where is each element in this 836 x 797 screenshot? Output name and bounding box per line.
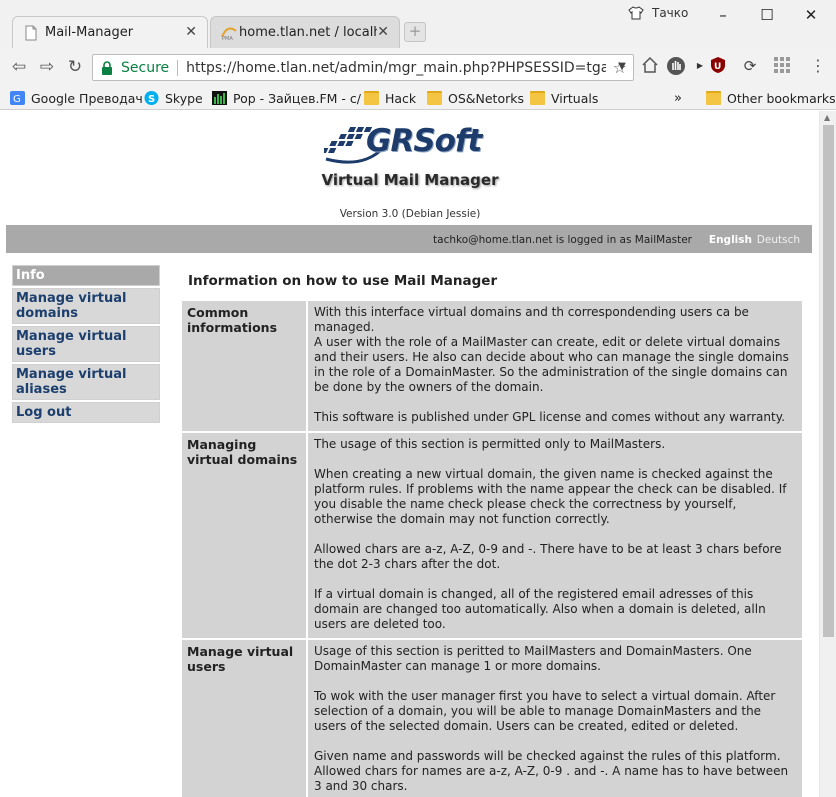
section-heading: Manage virtual users bbox=[182, 640, 306, 797]
page-viewport: GRSoft Virtual Mail Manager Version 3.0 … bbox=[0, 111, 836, 797]
section-body: Usage of this section is peritted to Mai… bbox=[308, 640, 802, 797]
secure-label: Secure bbox=[121, 59, 170, 76]
home-icon[interactable] bbox=[640, 56, 660, 76]
bookmark-label: Hack bbox=[385, 90, 417, 106]
svg-text:PMA: PMA bbox=[222, 36, 233, 41]
table-row: Common informations With this interface … bbox=[182, 301, 802, 431]
bookmark-label: Google Преводач bbox=[31, 90, 143, 106]
bookmarks-bar: G Google Преводач S Skype Pop - Зайцев.F… bbox=[0, 86, 836, 110]
bookmark-label: Other bookmarks bbox=[727, 90, 836, 106]
apps-grid-icon[interactable] bbox=[772, 56, 792, 76]
bookmark-google-translate[interactable]: G Google Преводач bbox=[10, 89, 143, 107]
bookmark-hack[interactable]: Hack bbox=[364, 89, 416, 107]
section-body: The usage of this section is permitted o… bbox=[308, 433, 802, 638]
back-arrow-icon[interactable]: ⇦ bbox=[8, 56, 30, 78]
bookmark-skype[interactable]: S Skype bbox=[144, 89, 203, 107]
svg-text:G: G bbox=[13, 94, 21, 105]
close-icon[interactable]: ✕ bbox=[377, 24, 389, 40]
folder-icon bbox=[427, 91, 442, 105]
table-row: Manage virtual users Usage of this secti… bbox=[182, 640, 802, 797]
sidebar-item-logout[interactable]: Log out bbox=[12, 402, 160, 423]
scrollbar-thumb[interactable] bbox=[823, 125, 834, 637]
tab-label: home.tlan.net / localhost bbox=[239, 25, 377, 40]
close-window-button[interactable]: ✕ bbox=[800, 4, 822, 26]
table-row: Managing virtual domains The usage of th… bbox=[182, 433, 802, 638]
svg-text:S: S bbox=[148, 94, 155, 105]
maximize-button[interactable]: ☐ bbox=[756, 4, 778, 26]
reload-icon[interactable]: ↻ bbox=[64, 56, 86, 78]
tshirt-icon bbox=[628, 6, 644, 20]
paragraph: Allowed chars are a-z, A-Z, 0-9 and -. T… bbox=[314, 542, 782, 571]
paragraph: Usage of this section is peritted to Mai… bbox=[314, 644, 752, 673]
section-heading: Common informations bbox=[182, 301, 306, 431]
new-tab-button[interactable]: + bbox=[404, 22, 426, 42]
other-bookmarks[interactable]: Other bookmarks bbox=[706, 89, 836, 107]
address-bar[interactable]: Secure https://home.tlan.net/admin/mgr_m… bbox=[92, 54, 634, 81]
language-deutsch[interactable]: Deutsch bbox=[757, 234, 800, 246]
status-bar: tachko@home.tlan.net is logged in as Mai… bbox=[6, 225, 812, 253]
paragraph: With this interface virtual domains and … bbox=[314, 305, 789, 394]
language-english[interactable]: English bbox=[709, 234, 752, 246]
bookmarks-overflow-button[interactable]: » bbox=[674, 89, 682, 107]
sidebar-item-info[interactable]: Info bbox=[12, 265, 160, 286]
paragraph: If a virtual domain is changed, all of t… bbox=[314, 587, 766, 631]
ublock-icon[interactable]: U bbox=[708, 56, 728, 76]
hand-extension-icon[interactable] bbox=[666, 56, 686, 76]
sidebar-item-manage-users[interactable]: Manage virtual users bbox=[12, 326, 160, 362]
profile-name: Тачко bbox=[652, 6, 689, 20]
bookmark-zaycev[interactable]: Pop - Зайцев.FM - с/ bbox=[212, 89, 361, 107]
address-separator bbox=[177, 59, 179, 76]
bookmark-virtuals[interactable]: Virtuals bbox=[530, 89, 598, 107]
browser-titlebar: Mail-Manager ✕ PMA home.tlan.net / local… bbox=[0, 0, 836, 48]
paragraph: The usage of this section is permitted o… bbox=[314, 437, 666, 451]
sync-icon[interactable]: ⟳ bbox=[740, 56, 760, 76]
sidebar-item-manage-aliases[interactable]: Manage virtual aliases bbox=[12, 364, 160, 400]
sidebar-nav: Info Manage virtual domains Manage virtu… bbox=[12, 265, 160, 425]
url-text[interactable]: https://home.tlan.net/admin/mgr_main.php… bbox=[186, 60, 606, 76]
bookmark-label: OS&Netorks bbox=[448, 90, 525, 106]
folder-icon bbox=[364, 91, 379, 105]
extension-arrow-icon[interactable]: ▶ bbox=[690, 56, 710, 76]
folder-icon bbox=[706, 91, 721, 105]
main-content: Information on how to use Mail Manager C… bbox=[180, 265, 804, 797]
page-scrollbar[interactable]: ▲ bbox=[819, 111, 836, 797]
section-body: With this interface virtual domains and … bbox=[308, 301, 802, 431]
forward-arrow-icon[interactable]: ⇨ bbox=[36, 56, 58, 78]
version-text: Version 3.0 (Debian Jessie) bbox=[339, 208, 481, 220]
app-title: Virtual Mail Manager bbox=[321, 171, 499, 189]
dropdown-icon[interactable]: ▼ bbox=[612, 57, 632, 77]
minimize-button[interactable]: – bbox=[712, 4, 734, 26]
bookmark-label: Pop - Зайцев.FM - с/ bbox=[233, 90, 361, 106]
phpmyadmin-icon: PMA bbox=[221, 27, 237, 41]
info-table: Common informations With this interface … bbox=[180, 299, 804, 797]
bookmark-label: Skype bbox=[165, 90, 203, 106]
paragraph: Given name and passwords will be checked… bbox=[314, 749, 789, 793]
svg-text:U: U bbox=[714, 62, 721, 72]
google-translate-icon: G bbox=[10, 91, 25, 105]
tab-label: Mail-Manager bbox=[45, 25, 134, 40]
tab-phpmyadmin[interactable]: PMA home.tlan.net / localhost ✕ bbox=[210, 16, 400, 48]
login-status: tachko@home.tlan.net is logged in as Mai… bbox=[433, 234, 692, 246]
menu-icon[interactable]: ⋮ bbox=[808, 56, 828, 76]
paragraph: When creating a new virtual domain, the … bbox=[314, 467, 787, 526]
scroll-up-icon[interactable]: ▲ bbox=[824, 113, 830, 122]
tab-mail-manager[interactable]: Mail-Manager ✕ bbox=[12, 16, 208, 48]
bookmark-label: Virtuals bbox=[551, 90, 599, 106]
profile-button[interactable]: Тачко bbox=[628, 6, 688, 20]
folder-icon bbox=[530, 91, 545, 105]
logo-text: GRSoft bbox=[366, 123, 482, 159]
lock-icon bbox=[102, 60, 112, 75]
paragraph: To wok with the user manager first you h… bbox=[314, 689, 776, 733]
sidebar-item-manage-domains[interactable]: Manage virtual domains bbox=[12, 288, 160, 324]
page-title: Information on how to use Mail Manager bbox=[188, 273, 498, 289]
page-icon bbox=[25, 25, 37, 41]
close-icon[interactable]: ✕ bbox=[185, 24, 197, 40]
bookmark-os-networks[interactable]: OS&Netorks bbox=[427, 89, 524, 107]
skype-icon: S bbox=[144, 91, 159, 105]
section-heading: Managing virtual domains bbox=[182, 433, 306, 638]
equalizer-icon bbox=[212, 91, 227, 105]
paragraph: This software is published under GPL lic… bbox=[314, 410, 785, 424]
